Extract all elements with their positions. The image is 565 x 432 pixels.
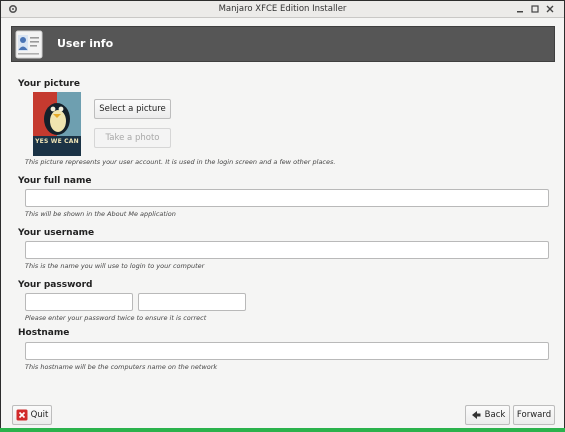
user-id-card-icon — [15, 30, 43, 59]
minimize-icon[interactable] — [515, 4, 525, 14]
picture-caption: YES WE CAN — [35, 138, 79, 145]
title-bar: Manjaro XFCE Edition Installer — [1, 1, 564, 18]
password-confirm-input[interactable] — [138, 293, 246, 311]
back-button[interactable]: Back — [465, 405, 510, 425]
close-x-icon — [16, 409, 28, 421]
page-title: User info — [57, 37, 114, 50]
hostname-label: Hostname — [18, 328, 70, 338]
select-picture-button[interactable]: Select a picture — [94, 99, 171, 119]
quit-button[interactable]: Quit — [12, 405, 52, 425]
password-input[interactable] — [25, 293, 133, 311]
maximize-icon[interactable] — [530, 4, 540, 14]
fullname-label: Your full name — [18, 176, 92, 186]
picture-section-label: Your picture — [18, 79, 80, 89]
close-icon[interactable] — [545, 4, 555, 14]
username-hint: This is the name you will use to login t… — [25, 262, 205, 270]
fullname-input[interactable] — [25, 189, 549, 207]
username-input[interactable] — [25, 241, 549, 259]
password-hint: Please enter your password twice to ensu… — [25, 314, 207, 322]
installer-window: Manjaro XFCE Edition Installer User info… — [0, 0, 565, 432]
hostname-hint: This hostname will be the computers name… — [25, 363, 218, 371]
username-label: Your username — [18, 228, 95, 238]
take-photo-button[interactable]: Take a photo — [94, 128, 171, 148]
fullname-hint: This will be shown in the About Me appli… — [25, 210, 176, 218]
forward-button[interactable]: Forward — [513, 405, 555, 425]
picture-hint: This picture represents your user accoun… — [25, 158, 336, 166]
hostname-input[interactable] — [25, 342, 549, 360]
back-label: Back — [484, 410, 506, 420]
window-title: Manjaro XFCE Edition Installer — [218, 4, 347, 14]
arrow-left-icon — [471, 411, 481, 419]
desktop-panel-strip — [0, 428, 565, 432]
page-header: User info — [11, 26, 555, 62]
quit-label: Quit — [30, 410, 49, 420]
password-label: Your password — [18, 280, 93, 290]
user-picture: YES WE CAN — [33, 92, 81, 156]
